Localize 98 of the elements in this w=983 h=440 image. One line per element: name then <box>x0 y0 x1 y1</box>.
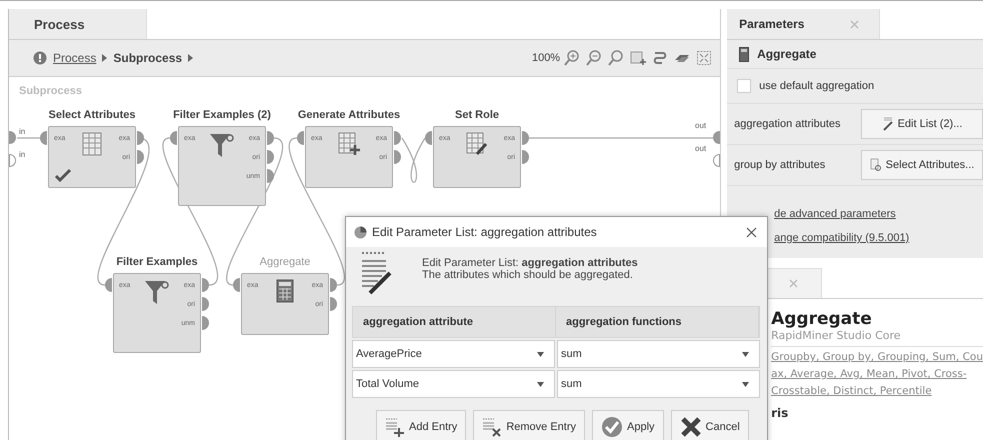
connection-line <box>17 137 40 139</box>
parameter-label: aggregation attributes <box>734 118 841 130</box>
caret-icon <box>742 352 749 356</box>
list-add-icon <box>385 417 405 437</box>
app-icon <box>354 226 367 238</box>
dialog-heading: Edit Parameter List: aggregation attributes <box>422 257 638 269</box>
checkbox-label: use default aggregation <box>759 80 874 92</box>
output-port[interactable] <box>267 150 274 164</box>
dropdown[interactable]: sum <box>557 340 760 368</box>
output-port[interactable] <box>137 150 144 164</box>
dialog-title: Edit Parameter List: aggregation attributes <box>372 225 598 239</box>
caret-icon <box>537 382 544 386</box>
caret-icon <box>537 352 544 356</box>
input-port[interactable] <box>425 131 432 145</box>
wire-icon[interactable] <box>652 50 668 66</box>
operator-title: Set Role <box>455 109 499 121</box>
dropdown[interactable]: Total Volume <box>352 370 555 398</box>
dialog-button[interactable]: Add Entry <box>376 410 466 440</box>
operator-title: Filter Examples (2) <box>173 109 271 121</box>
input-port[interactable] <box>297 131 304 145</box>
dialog-description: The attributes which should be aggregated. <box>422 269 634 281</box>
parameter-button[interactable]: Select Attributes... <box>861 150 983 180</box>
column-header: aggregation functions <box>556 307 759 337</box>
zoom-level: 100% <box>532 52 560 64</box>
magnifier-icon[interactable] <box>608 50 624 66</box>
document-search-icon <box>870 158 882 172</box>
output-port[interactable] <box>202 316 209 330</box>
notepad-icon <box>360 251 392 295</box>
column-header: aggregation attribute <box>353 307 556 337</box>
dialog-button[interactable]: Apply <box>592 410 664 440</box>
port-label: out <box>695 121 706 130</box>
add-note-icon[interactable] <box>630 50 646 66</box>
tag-links[interactable]: Crosstable, Distinct, Percentile <box>771 383 983 400</box>
zoom-out-icon[interactable] <box>586 50 602 66</box>
dropdown[interactable]: AveragePrice <box>352 340 555 368</box>
help-subtitle: RapidMiner Studio Core <box>771 329 983 347</box>
connection-line <box>401 138 426 182</box>
info-icon <box>33 51 47 65</box>
output-port[interactable] <box>522 131 529 145</box>
help-title: Aggregate <box>771 309 873 329</box>
calculator-icon <box>276 279 294 303</box>
output-port[interactable] <box>394 131 401 145</box>
funnel-icon <box>209 132 235 158</box>
output-port[interactable] <box>202 278 209 292</box>
close-icon[interactable] <box>746 226 757 238</box>
port-label: in <box>19 127 26 136</box>
parameter-label: group by attributes <box>734 159 826 171</box>
settings-link[interactable]: ange compatibility (9.5.001) <box>774 232 983 244</box>
canvas-title: Subprocess <box>19 85 82 97</box>
operator-title: Select Attributes <box>48 109 136 121</box>
output-port[interactable] <box>522 150 529 164</box>
close-icon <box>680 417 702 437</box>
output-port[interactable] <box>330 278 337 292</box>
output-port[interactable] <box>713 154 720 167</box>
funnel-icon <box>144 279 170 305</box>
section-heading: ris <box>771 406 790 420</box>
output-port[interactable] <box>394 150 401 164</box>
input-port[interactable] <box>9 131 16 144</box>
input-port[interactable] <box>40 131 47 145</box>
port-label: in <box>19 150 26 159</box>
table-add-icon <box>338 132 360 156</box>
dropdown[interactable]: sum <box>557 370 760 398</box>
dialog-button[interactable]: Cancel <box>670 410 749 440</box>
input-port[interactable] <box>233 278 240 292</box>
output-port[interactable] <box>330 297 337 311</box>
breadcrumb-link[interactable]: Process <box>53 51 96 65</box>
input-port[interactable] <box>170 131 177 145</box>
settings-link[interactable]: de advanced parameters <box>774 208 983 220</box>
zoom-in-icon[interactable] <box>564 50 580 66</box>
operator-title: Aggregate <box>260 256 310 268</box>
output-port[interactable] <box>137 131 144 145</box>
operator-title: Filter Examples <box>116 256 198 268</box>
dialog-button[interactable]: Remove Entry <box>473 410 586 440</box>
list-remove-icon <box>482 417 502 437</box>
fit-icon[interactable] <box>696 50 712 66</box>
chevron-icon <box>188 54 194 62</box>
output-port[interactable] <box>202 297 209 311</box>
tag-links[interactable]: Groupby, Group by, Grouping, Sum, Cou <box>771 349 983 366</box>
caret-icon <box>742 382 749 386</box>
chevron-icon <box>102 54 108 62</box>
breadcrumb-current: Subprocess <box>113 51 182 65</box>
output-port[interactable] <box>267 169 274 183</box>
checkbox[interactable] <box>737 79 752 93</box>
input-port[interactable] <box>105 278 112 292</box>
operator-title: Generate Attributes <box>298 109 400 121</box>
table-icon <box>82 132 102 156</box>
operator-name: Aggregate <box>757 47 816 61</box>
output-port[interactable] <box>267 131 274 145</box>
output-port[interactable] <box>713 131 720 144</box>
checkmark-icon <box>601 416 624 438</box>
list-edit-icon <box>882 117 894 131</box>
parameter-button[interactable]: Edit List (2)... <box>861 109 983 139</box>
calculator-icon <box>739 46 750 62</box>
table-edit-icon <box>466 132 488 156</box>
tag-links[interactable]: ax, Average, Avg, Mean, Pivot, Cross- <box>771 366 983 383</box>
port-label: out <box>695 144 706 153</box>
process-tab[interactable]: Process <box>9 9 147 39</box>
input-port[interactable] <box>9 154 16 167</box>
